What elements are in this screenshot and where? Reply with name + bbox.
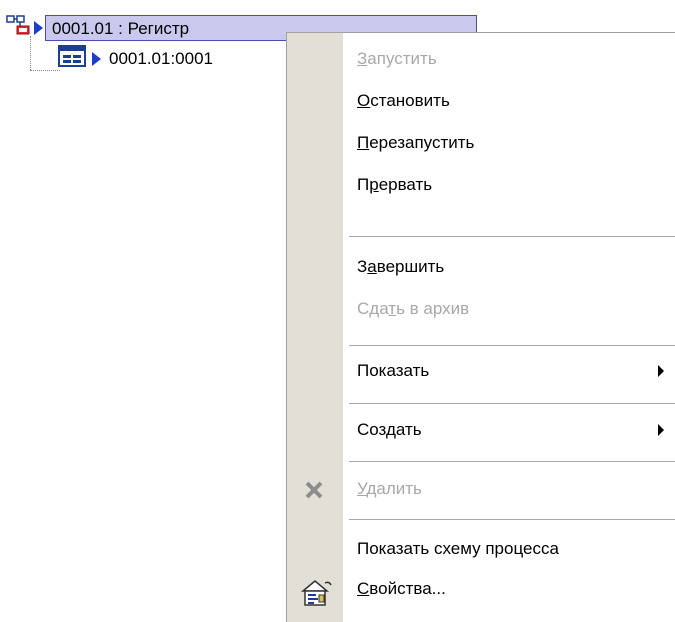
menu-item-properties[interactable]: Свойства... [287, 569, 675, 609]
menu-item-label: Удалить [357, 479, 422, 498]
form-document-icon [58, 45, 86, 72]
submenu-arrow-icon [658, 365, 664, 377]
menu-item-show[interactable]: Показать [287, 351, 675, 391]
menu-item-label: Остановить [357, 91, 450, 110]
expand-arrow-icon[interactable] [34, 20, 43, 35]
menu-separator [349, 236, 675, 237]
tree-node-child-label[interactable]: 0001.01:0001 [103, 49, 213, 69]
menu-item-label: Показать схему процесса [357, 539, 559, 558]
menu-separator [349, 519, 675, 520]
menu-item-show-process-scheme[interactable]: Показать схему процесса [287, 529, 675, 569]
menu-item-create[interactable]: Создать [287, 410, 675, 450]
menu-item-label: Сдать в архив [357, 299, 470, 318]
menu-item-label: Показать [357, 361, 430, 380]
menu-item-label: Создать [357, 420, 422, 439]
menu-item-restart[interactable]: Перезапустить [287, 123, 675, 163]
submenu-arrow-icon [658, 424, 664, 436]
menu-item-finish[interactable]: Завершить [287, 247, 675, 287]
menu-item-label: Перезапустить [357, 133, 475, 152]
menu-item-label: Запустить [357, 49, 437, 68]
menu-item-label: Прервать [357, 175, 433, 194]
context-menu: Запустить Остановить Перезапустить Прерв… [286, 32, 675, 622]
delete-x-icon [299, 477, 329, 503]
menu-item-delete[interactable]: Удалить [287, 469, 675, 509]
process-tree-icon [6, 14, 32, 41]
properties-icon [299, 577, 332, 606]
menu-separator [349, 345, 675, 346]
tree-node-child[interactable]: 0001.01:0001 [22, 45, 213, 72]
menu-item-label: Завершить [357, 257, 445, 276]
menu-item-interrupt[interactable]: Прервать [287, 165, 675, 205]
expand-arrow-icon[interactable] [92, 51, 101, 66]
menu-item-archive[interactable]: Сдать в архив [287, 289, 675, 329]
menu-item-start[interactable]: Запустить [287, 39, 675, 79]
menu-item-stop[interactable]: Остановить [287, 81, 675, 121]
menu-item-label: Свойства... [357, 579, 446, 598]
menu-separator [349, 403, 675, 404]
menu-separator [349, 461, 675, 462]
